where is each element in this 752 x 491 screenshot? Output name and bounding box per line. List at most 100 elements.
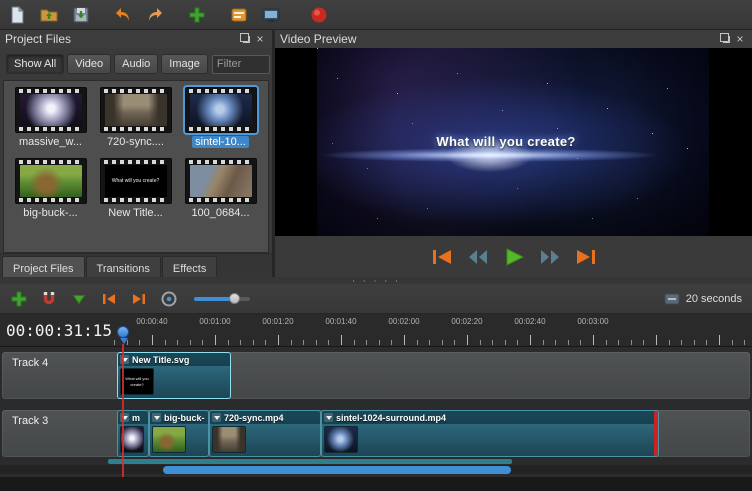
open-project-button[interactable] [36,2,62,28]
filter-image[interactable]: Image [161,54,208,74]
playback-controls [275,236,752,277]
ruler-tick [694,340,695,345]
timeline-clip-sintel-1024-surround-mp4[interactable]: sintel-1024-surround.mp4 [321,410,659,457]
playhead-handle[interactable] [117,326,129,338]
clip-menu-icon[interactable] [152,413,161,422]
close-preview-button[interactable] [733,32,747,46]
add-track-button[interactable] [8,288,30,310]
ruler-tick [517,340,518,345]
file-item-100-0684[interactable]: 100_0684... [178,158,263,219]
fast-forward-button[interactable] [536,246,564,268]
ruler-tick [530,335,531,345]
close-icon [256,33,263,45]
filter-show-all[interactable]: Show All [6,54,64,74]
jump-end-icon [574,248,598,266]
play-button[interactable] [500,246,528,268]
ruler-time-label: 00:02:40 [514,317,545,326]
ruler-tick [442,340,443,345]
zoom-slider-handle[interactable] [229,293,240,304]
float-icon [723,36,730,43]
panel-tabs: Project FilesTransitionsEffects [0,253,272,277]
file-label: New Title... [105,207,165,219]
fullscreen-button[interactable] [258,2,284,28]
ruler-tick [505,340,506,345]
center-playhead-button[interactable] [158,288,180,310]
filter-buttons: Show AllVideoAudioImage [6,54,208,74]
video-caption: What will you create? [317,134,695,149]
file-thumbnail [15,158,87,204]
float-panel-button[interactable] [239,32,253,46]
close-panel-button[interactable] [253,32,267,46]
horizontal-splitter[interactable] [0,277,752,284]
filter-row: Show AllVideoAudioImage [0,48,272,80]
title-thumbnail-image: What will you create? [105,165,167,197]
ruler-tick [278,335,279,345]
snapping-toggle-button[interactable] [38,288,60,310]
timeline-clip-big-buck[interactable]: big-buck- [149,410,209,457]
rewind-button[interactable] [464,246,492,268]
clip-label: 720-sync.mp4 [224,413,284,423]
timeline-clip-new-title-svg[interactable]: New Title.svgWhat will you create? [117,352,231,399]
main-toolbar [0,0,752,30]
clip-menu-icon[interactable] [324,413,333,422]
center-playhead-icon [160,290,178,308]
file-item-720-sync[interactable]: 720-sync.... [93,87,178,148]
zoom-slider[interactable] [194,291,250,307]
file-label: massive_w... [16,136,85,148]
float-preview-button[interactable] [719,32,733,46]
file-item-big-buck[interactable]: big-buck-... [8,158,93,219]
export-video-button[interactable] [306,2,332,28]
ruler-time-label: 00:02:20 [451,317,482,326]
clip-end-marker[interactable] [654,411,658,456]
ruler-tick [379,340,380,345]
ruler-tick [341,335,342,345]
timecode-display: 00:00:31:15 [6,321,112,340]
filter-input[interactable] [212,55,270,74]
add-marker-button[interactable] [68,288,90,310]
previous-marker-button[interactable] [98,288,120,310]
ruler-tick [732,340,733,345]
fullscreen-icon [261,5,281,25]
zoom-scale-group: 20 seconds [663,291,744,307]
file-item-massive-w[interactable]: massive_w... [8,87,93,148]
clip-header: sintel-1024-surround.mp4 [322,411,658,424]
arrow-down-icon [70,290,88,308]
jump-start-button[interactable] [428,246,456,268]
redo-button[interactable] [142,2,168,28]
ruler[interactable]: 00:00:4000:01:0000:01:2000:01:4000:02:00… [0,314,752,347]
tab-transitions[interactable]: Transitions [86,256,161,277]
timeline-clip-720-sync-mp4[interactable]: 720-sync.mp4 [209,410,321,457]
undo-button[interactable] [110,2,136,28]
tab-project-files[interactable]: Project Files [2,256,85,277]
ruler-tick [480,340,481,345]
new-project-button[interactable] [4,2,30,28]
choose-profile-button[interactable] [226,2,252,28]
ruler-tick [417,340,418,345]
jump-end-button[interactable] [572,246,600,268]
redo-icon [145,5,165,25]
filter-audio[interactable]: Audio [114,54,158,74]
timeline-toolbar: 20 seconds [0,284,752,314]
ruler-tick [454,340,455,345]
timeline-range-bar[interactable] [108,459,512,464]
previous-marker-icon [100,290,118,308]
ruler-time-label: 00:01:20 [262,317,293,326]
timeline-scrollbar-thumb[interactable] [163,466,511,474]
open-project-icon [39,5,59,25]
tab-effects[interactable]: Effects [162,256,217,277]
import-files-button[interactable] [184,2,210,28]
save-project-button[interactable] [68,2,94,28]
timeline: 00:00:4000:01:0000:01:2000:01:4000:02:00… [0,314,752,477]
next-marker-button[interactable] [128,288,150,310]
ruler-tick [467,335,468,345]
clip-menu-icon[interactable] [212,413,221,422]
undo-icon [113,5,133,25]
close-icon [736,33,743,45]
ruler-tick [152,335,153,345]
filter-video[interactable]: Video [67,54,111,74]
file-label: 720-sync.... [104,136,167,148]
file-item-new-title[interactable]: What will you create? New Title... [93,158,178,219]
app-window: Project Files Show AllVideoAudioImage ma… [0,0,752,491]
file-item-sintel-10[interactable]: sintel-10... [178,87,263,148]
bunny-thumbnail-image [20,165,82,197]
